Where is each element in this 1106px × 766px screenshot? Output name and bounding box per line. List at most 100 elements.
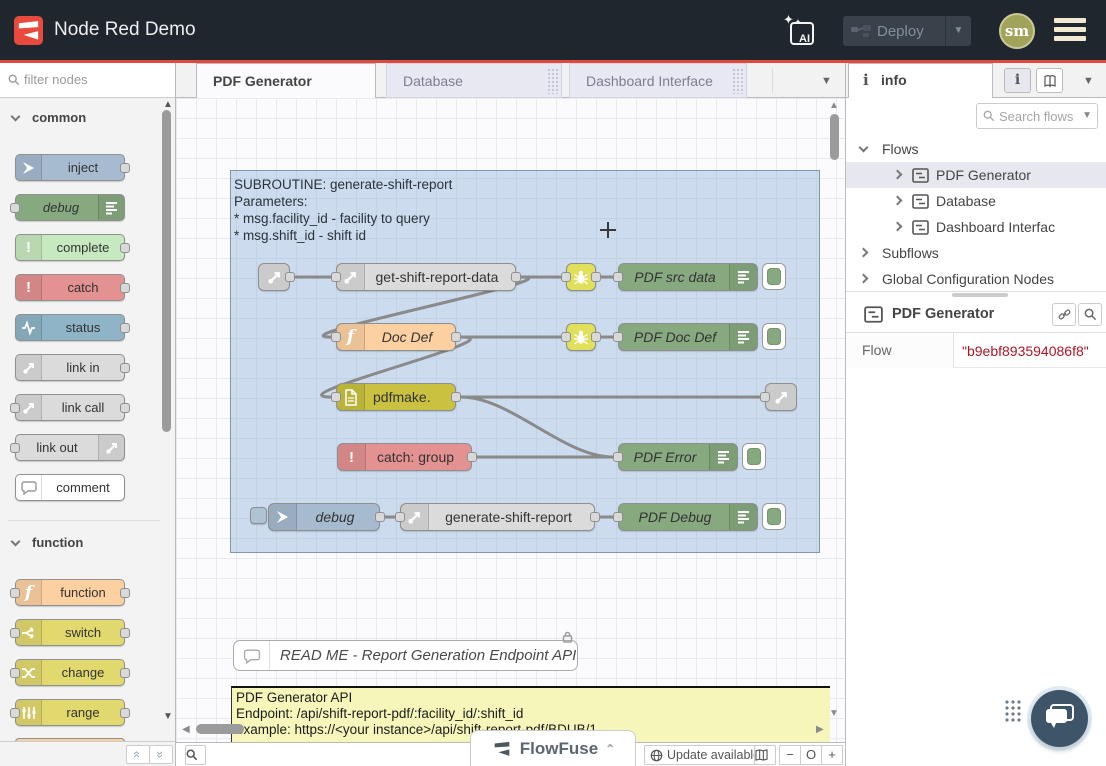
port[interactable] bbox=[613, 332, 623, 342]
search-flows-input[interactable]: Search flows ▼ bbox=[976, 103, 1098, 129]
tree-item-subflows[interactable]: Subflows bbox=[846, 240, 1106, 266]
info-view-button[interactable]: i bbox=[1004, 68, 1031, 93]
port[interactable] bbox=[467, 452, 477, 462]
node-bug-junction[interactable] bbox=[566, 263, 596, 291]
help-book-button[interactable] bbox=[1036, 68, 1063, 93]
tab-dashboard-interface[interactable]: Dashboard Interface bbox=[569, 63, 747, 98]
palette-scrollbar[interactable] bbox=[162, 110, 171, 432]
inject-run-button[interactable] bbox=[250, 507, 267, 524]
palette-node-debug[interactable]: debug bbox=[15, 194, 125, 221]
collapse-all-button[interactable]: « bbox=[126, 745, 150, 764]
tree-item-database[interactable]: Database bbox=[846, 188, 1106, 214]
port[interactable] bbox=[120, 323, 130, 333]
port[interactable] bbox=[451, 332, 461, 342]
deploy-caret[interactable]: ▼ bbox=[945, 16, 971, 46]
sidebar-caret[interactable]: ▼ bbox=[1083, 75, 1094, 87]
user-avatar[interactable]: sm bbox=[999, 13, 1035, 49]
port[interactable] bbox=[10, 403, 20, 413]
node-debug-inject[interactable]: debug bbox=[268, 503, 380, 531]
port[interactable] bbox=[331, 332, 341, 342]
port[interactable] bbox=[120, 708, 130, 718]
node-readme-comment[interactable]: READ ME - Report Generation Endpoint API bbox=[233, 640, 578, 671]
port[interactable] bbox=[10, 668, 20, 678]
debug-toggle-button[interactable] bbox=[762, 263, 786, 290]
port[interactable] bbox=[590, 512, 600, 522]
port[interactable] bbox=[760, 392, 770, 402]
port[interactable] bbox=[613, 452, 623, 462]
node-generate-shift-report[interactable]: generate-shift-report bbox=[400, 503, 595, 531]
node-pdf-doc-def[interactable]: PDF Doc Def bbox=[618, 323, 758, 351]
port[interactable] bbox=[120, 363, 130, 373]
node-pdf-debug[interactable]: PDF Debug bbox=[618, 503, 758, 531]
zoom-out-button[interactable]: − bbox=[779, 745, 801, 765]
port[interactable] bbox=[120, 283, 130, 293]
flow-canvas[interactable]: SUBROUTINE: generate-shift-report Parame… bbox=[176, 98, 845, 742]
palette-node-inject[interactable]: inject bbox=[15, 154, 125, 181]
zoom-reset-button[interactable]: O bbox=[800, 745, 822, 765]
ai-assistant-button[interactable]: ✦ ✦ AI bbox=[787, 16, 817, 46]
debug-toggle-button[interactable] bbox=[762, 323, 786, 350]
port[interactable] bbox=[10, 203, 20, 213]
tree-item-dashboard-interface[interactable]: Dashboard Interfac bbox=[846, 214, 1106, 240]
node-pdfmake[interactable]: pdfmake. bbox=[336, 383, 456, 411]
port[interactable] bbox=[331, 272, 341, 282]
port[interactable] bbox=[375, 512, 385, 522]
sidebar-tab-info[interactable]: i info bbox=[848, 63, 993, 98]
port[interactable] bbox=[613, 512, 623, 522]
port[interactable] bbox=[10, 443, 20, 453]
tree-item-pdf-generator[interactable]: PDF Generator bbox=[846, 162, 1106, 188]
palette-node-catch[interactable]: ! catch bbox=[15, 274, 125, 301]
port[interactable] bbox=[120, 588, 130, 598]
port[interactable] bbox=[120, 668, 130, 678]
port[interactable] bbox=[120, 403, 130, 413]
port[interactable] bbox=[591, 332, 601, 342]
node-catch-group[interactable]: ! catch: group bbox=[337, 443, 472, 471]
palette-node-comment[interactable]: comment bbox=[15, 474, 125, 501]
port[interactable] bbox=[120, 163, 130, 173]
main-menu-button[interactable] bbox=[1054, 18, 1086, 44]
node-pdf-error[interactable]: PDF Error bbox=[618, 443, 738, 471]
port[interactable] bbox=[10, 628, 20, 638]
node-link-out[interactable] bbox=[765, 383, 797, 411]
palette-node-function[interactable]: f function bbox=[15, 579, 125, 606]
expand-all-button[interactable]: » bbox=[149, 745, 173, 764]
palette-node-range[interactable]: range bbox=[15, 699, 125, 726]
port[interactable] bbox=[285, 272, 295, 282]
node-link-in[interactable] bbox=[258, 263, 290, 291]
zoom-in-button[interactable]: + bbox=[821, 745, 843, 765]
node-doc-def[interactable]: f Doc Def bbox=[336, 323, 456, 351]
debug-toggle-button[interactable] bbox=[742, 443, 766, 470]
palette-filter[interactable]: filter nodes bbox=[0, 63, 175, 98]
palette-category-function[interactable]: function bbox=[0, 531, 160, 555]
horizontal-scrollbar[interactable] bbox=[196, 724, 244, 734]
tab-list-caret[interactable]: ▼ bbox=[821, 75, 832, 87]
palette-node-link-call[interactable]: link call bbox=[15, 394, 125, 421]
port[interactable] bbox=[511, 272, 521, 282]
palette-node-status[interactable]: status bbox=[15, 314, 125, 341]
port[interactable] bbox=[331, 392, 341, 402]
copy-link-button[interactable] bbox=[1052, 303, 1076, 326]
port[interactable] bbox=[120, 628, 130, 638]
flowfuse-panel-tab[interactable]: FlowFuse ⌃ bbox=[470, 730, 636, 766]
port[interactable] bbox=[395, 512, 405, 522]
update-available-badge[interactable]: Update available bbox=[644, 745, 767, 765]
tab-database[interactable]: Database bbox=[386, 63, 562, 98]
port[interactable] bbox=[10, 588, 20, 598]
port[interactable] bbox=[451, 392, 461, 402]
port[interactable] bbox=[561, 332, 571, 342]
palette-node-link-in[interactable]: link in bbox=[15, 354, 125, 381]
debug-toggle-button[interactable] bbox=[762, 503, 786, 530]
navigator-button[interactable] bbox=[754, 745, 776, 765]
palette-node-complete[interactable]: ! complete bbox=[15, 234, 125, 261]
port[interactable] bbox=[120, 243, 130, 253]
node-get-shift-report-data[interactable]: get-shift-report-data bbox=[336, 263, 516, 291]
tree-item-global-config[interactable]: Global Configuration Nodes bbox=[846, 266, 1106, 292]
search-node-button[interactable] bbox=[1078, 303, 1102, 326]
node-bug-junction[interactable] bbox=[566, 323, 596, 351]
palette-node-link-out[interactable]: link out bbox=[15, 434, 125, 461]
palette-node-change[interactable]: change bbox=[15, 659, 125, 686]
node-pdf-src-data[interactable]: PDF src data bbox=[618, 263, 758, 291]
flow-id-value[interactable]: "b9ebf893594086f8" bbox=[962, 343, 1089, 359]
tab-pdf-generator[interactable]: PDF Generator bbox=[196, 63, 376, 98]
port[interactable] bbox=[10, 708, 20, 718]
